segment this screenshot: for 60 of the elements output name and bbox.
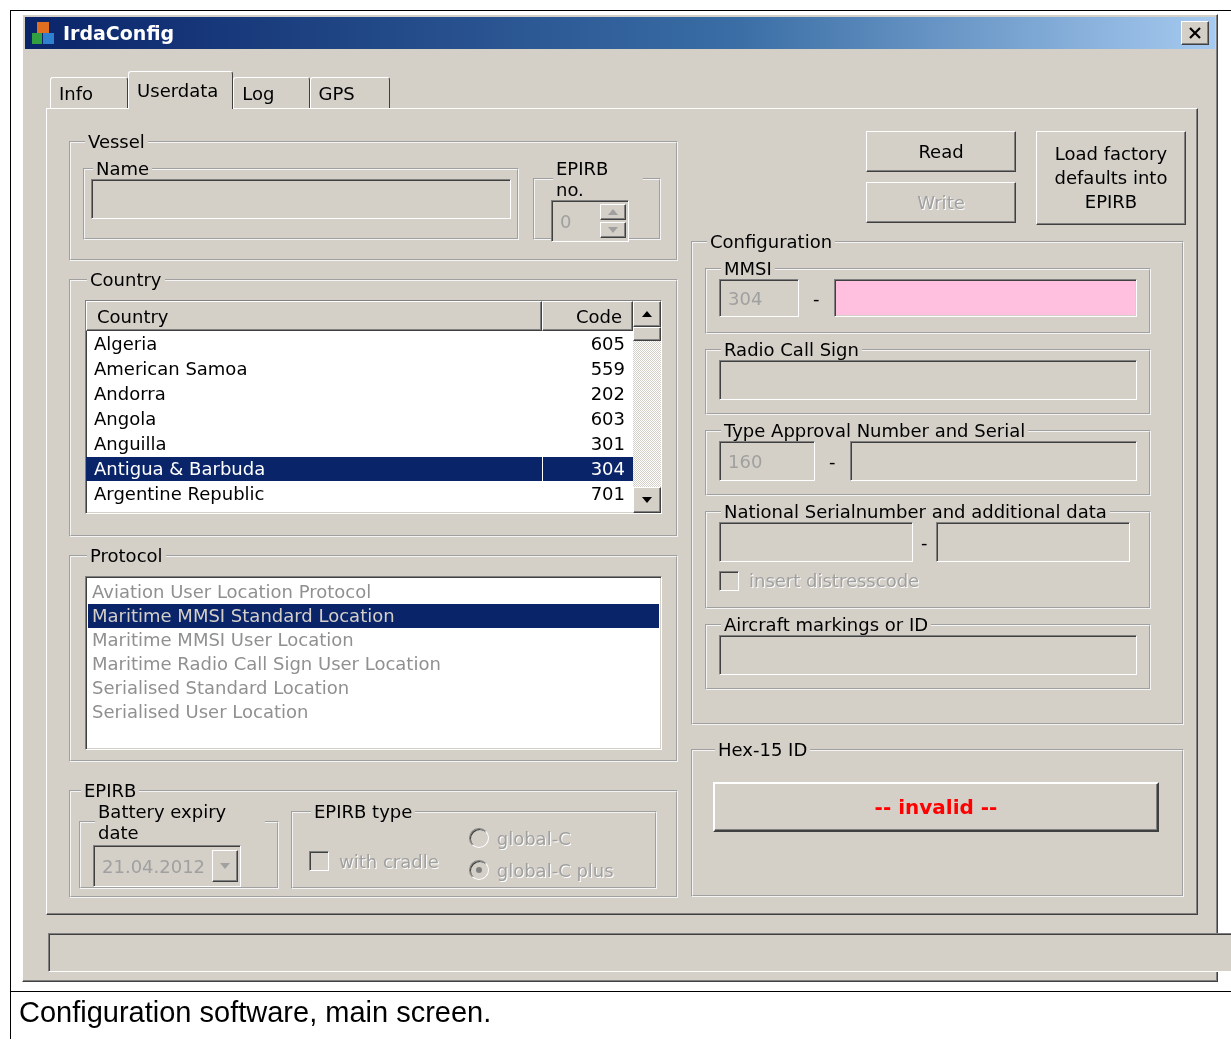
mmsi-field[interactable] — [833, 279, 1137, 317]
checkbox[interactable] — [719, 570, 739, 591]
group-label: Type Approval Number and Serial — [723, 420, 1027, 441]
spin-down-button[interactable] — [600, 222, 626, 238]
separator: - — [829, 450, 836, 472]
group-label: Radio Call Sign — [723, 339, 860, 360]
caret-down-icon — [219, 862, 231, 870]
scroll-up-button[interactable] — [633, 301, 661, 327]
tab[interactable]: Userdata — [128, 71, 234, 109]
window-title: IrdaConfig — [63, 22, 176, 44]
tab[interactable]: GPS — [309, 77, 390, 108]
serialnumber-field[interactable] — [719, 522, 913, 562]
country-name: American Samoa — [93, 357, 249, 381]
column-header[interactable]: Code — [542, 301, 633, 331]
group-label: Battery expiry date — [97, 801, 228, 843]
close-button[interactable] — [1181, 21, 1209, 45]
app-icon — [31, 21, 55, 45]
group-label: Protocol — [89, 545, 164, 566]
caret-up-icon — [641, 310, 653, 318]
caret-up-icon — [607, 208, 619, 216]
country-name: Argentine Republic — [93, 482, 266, 506]
caret-down-icon — [607, 226, 619, 234]
tab[interactable]: Info — [50, 77, 129, 108]
list-item[interactable]: Maritime MMSI Standard Location — [88, 604, 659, 628]
country-name: Angola — [93, 407, 158, 431]
close-icon — [1189, 27, 1201, 39]
scroll-down-button[interactable] — [633, 487, 661, 513]
action-button[interactable]: Load factory defaults into EPIRB — [1036, 131, 1186, 225]
call-sign-field[interactable] — [719, 360, 1137, 400]
group-label: Aircraft markings or ID — [723, 614, 930, 635]
caption-text: Configuration software, main screen. — [11, 991, 1231, 1039]
group-label: Hex-15 ID — [717, 739, 809, 760]
additional-data-field[interactable] — [935, 522, 1130, 562]
country-name: Antigua & Barbuda — [93, 457, 267, 481]
scroll-thumb[interactable] — [633, 327, 661, 341]
caret-down-icon — [641, 496, 653, 504]
serial-field[interactable] — [849, 441, 1137, 481]
column-header[interactable]: Country — [86, 301, 542, 331]
group-label: MMSI — [723, 258, 773, 279]
action-button[interactable]: Read — [866, 131, 1016, 172]
group-label: Vessel — [87, 131, 146, 152]
group-label: National Serialnumber and additional data — [723, 501, 1108, 522]
hex-id-display: -- invalid -- — [713, 782, 1159, 832]
group-label: Country — [89, 269, 163, 290]
group-label: EPIRB — [83, 780, 138, 801]
tab[interactable]: Log — [233, 77, 310, 108]
aircraft-field[interactable] — [719, 635, 1137, 675]
group-label: Name — [95, 158, 151, 179]
checkbox[interactable] — [309, 851, 329, 871]
group-label: EPIRB no. — [555, 158, 610, 200]
spin-up-button[interactable] — [600, 204, 626, 220]
separator: - — [921, 531, 928, 553]
group-label: Configuration — [709, 231, 834, 252]
country-name: Algeria — [93, 332, 159, 356]
dropdown-button[interactable] — [212, 850, 238, 882]
separator: - — [813, 287, 820, 309]
country-name: Andorra — [93, 382, 167, 406]
group-label: EPIRB type — [313, 801, 414, 822]
country-name: Anguilla — [93, 432, 168, 456]
list-row[interactable]: Antigua & Barbuda 304 — [86, 457, 633, 481]
